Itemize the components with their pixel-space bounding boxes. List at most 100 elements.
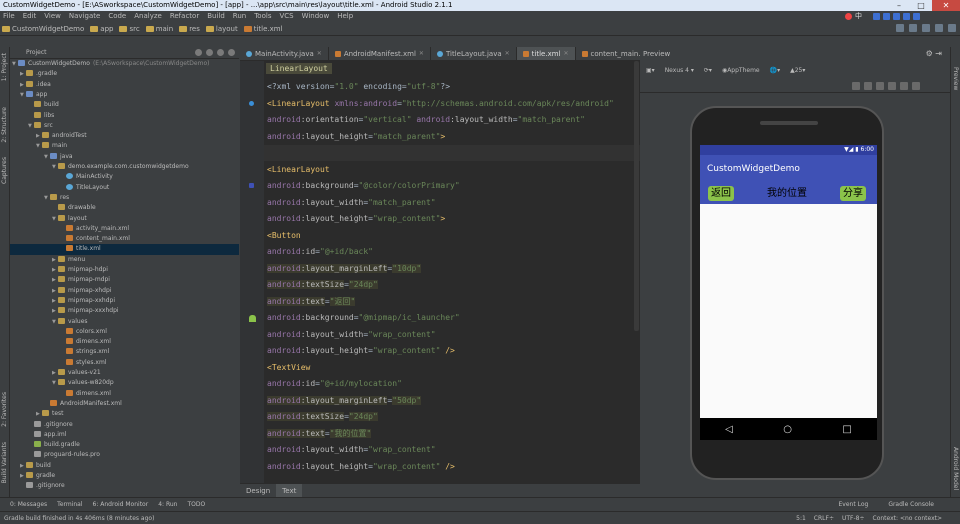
tool-window-right-1[interactable]: Gradle Console [888, 498, 934, 512]
theme-selector[interactable]: ◉AppTheme [722, 67, 760, 74]
tree-item[interactable]: libs [10, 111, 239, 121]
sdk-manager-icon[interactable] [896, 24, 904, 32]
file-encoding[interactable]: UTF-8÷ [842, 512, 865, 524]
settings-gear-icon[interactable] [217, 49, 224, 56]
build-variants-tool-tab[interactable]: Build Variants [1, 442, 8, 483]
breadcrumb-item[interactable]: app [90, 25, 113, 33]
editor-tab[interactable]: title.xml ✕ [516, 47, 576, 60]
tree-item[interactable]: ▶ gradle [10, 471, 239, 481]
tree-item[interactable]: colors.xml [10, 327, 239, 337]
menu-build[interactable]: Build [207, 11, 225, 22]
tree-item[interactable]: ▶ .gradle [10, 69, 239, 79]
tool-window-2[interactable]: 6: Android Monitor [93, 498, 149, 511]
tree-item[interactable]: drawable [10, 203, 239, 213]
tree-item[interactable]: title.xml [10, 244, 239, 255]
menu-refactor[interactable]: Refactor [170, 11, 199, 22]
breadcrumb-item[interactable]: layout [205, 25, 238, 33]
zoom-fit-icon[interactable] [852, 82, 860, 90]
minimize-button[interactable]: – [888, 0, 910, 11]
zoom-in-icon[interactable] [876, 82, 884, 90]
breadcrumb-item[interactable]: src [119, 25, 140, 33]
sync-icon[interactable] [195, 49, 202, 56]
tree-item[interactable]: ▼ res [10, 193, 239, 203]
close-tab-icon[interactable]: ✕ [419, 47, 424, 61]
tree-item[interactable]: ▶ test [10, 409, 239, 419]
tree-item[interactable]: ▶ mipmap-mdpi [10, 275, 239, 285]
tree-item[interactable]: ▶ menu [10, 255, 239, 265]
breadcrumb-item[interactable]: title.xml [243, 25, 283, 33]
tree-item[interactable]: .gitignore [10, 481, 239, 491]
android-model-tool-tab[interactable]: Android Model [952, 447, 959, 490]
tree-item[interactable]: ▼ main [10, 141, 239, 151]
refresh-icon[interactable] [900, 82, 908, 90]
project-view-selector[interactable]: Project [26, 49, 47, 56]
preview-settings-icon[interactable]: ⚙ ⇥ [926, 47, 942, 61]
zoom-out-icon[interactable] [888, 82, 896, 90]
share-button[interactable]: 分享 [840, 186, 866, 201]
tool-window-0[interactable]: 0: Messages [10, 498, 47, 511]
menu-view[interactable]: View [44, 11, 61, 22]
tree-item[interactable]: dimens.xml [10, 389, 239, 399]
back-button[interactable]: 返回 [708, 186, 734, 201]
nav-home-icon[interactable]: ○ [783, 424, 792, 435]
tree-item[interactable]: build [10, 100, 239, 110]
tree-item[interactable]: content_main.xml [10, 234, 239, 244]
tree-item[interactable]: ▶ mipmap-xhdpi [10, 286, 239, 296]
structure-tool-tab[interactable]: 2: Structure [1, 107, 8, 143]
gutter-color-swatch-icon[interactable] [249, 183, 254, 188]
code-editor[interactable]: LinearLayout <?xml version="1.0" encodin… [264, 61, 640, 483]
tree-item[interactable]: build.gradle [10, 440, 239, 450]
design-tab[interactable]: Design [240, 484, 276, 497]
tree-item[interactable]: AndroidManifest.xml [10, 399, 239, 409]
close-button[interactable]: ✕ [932, 0, 960, 11]
nav-recent-icon[interactable]: □ [842, 424, 851, 435]
tree-item[interactable]: ▼ layout [10, 214, 239, 224]
menu-run[interactable]: Run [233, 11, 246, 22]
ime-tools-icon[interactable] [913, 13, 920, 20]
tree-item[interactable]: ▼ src [10, 121, 239, 131]
menu-edit[interactable]: Edit [23, 11, 37, 22]
tree-item[interactable]: ▼ values-w820dp [10, 378, 239, 388]
tree-item[interactable]: ▶ androidTest [10, 131, 239, 141]
tool-window-3[interactable]: 4: Run [158, 498, 177, 511]
ime-moon-icon[interactable] [873, 13, 880, 20]
tree-item[interactable]: ▼ java [10, 152, 239, 162]
menu-help[interactable]: Help [337, 11, 353, 22]
breadcrumb-item[interactable]: CustomWidgetDemo [2, 25, 84, 33]
breadcrumb-item[interactable]: main [145, 25, 173, 33]
ime-mode[interactable]: 中 [855, 11, 862, 22]
avd-manager-icon[interactable] [909, 24, 917, 32]
warning-icon[interactable] [912, 82, 920, 90]
tree-item[interactable]: ▶ values-v21 [10, 368, 239, 378]
tree-item[interactable]: styles.xml [10, 358, 239, 368]
tree-item[interactable]: ▼ CustomWidgetDemo (E:\ASworkspace\CustomW… [10, 59, 239, 69]
tree-item[interactable]: ▼ values [10, 317, 239, 327]
editor-tab[interactable]: TitleLayout.java ✕ [431, 47, 517, 60]
tool-window-right-0[interactable]: Event Log [839, 498, 869, 512]
ime-skin-icon[interactable] [903, 13, 910, 20]
gutter-android-icon[interactable] [249, 315, 256, 322]
breadcrumb-item[interactable]: res [179, 25, 200, 33]
tree-item[interactable]: TitleLayout [10, 183, 239, 193]
line-separator[interactable]: CRLF÷ [814, 512, 834, 524]
locale-icon[interactable]: 🌐▾ [770, 67, 780, 74]
editor-scrollbar[interactable] [634, 61, 639, 331]
tool-window-4[interactable]: TODO [187, 498, 205, 511]
tree-item[interactable]: ▼ app [10, 90, 239, 100]
context-indicator[interactable]: Context: <no context> [873, 512, 942, 524]
tree-item[interactable]: ▶ .idea [10, 80, 239, 90]
tree-item[interactable]: activity_main.xml [10, 224, 239, 234]
tree-item[interactable]: strings.xml [10, 347, 239, 357]
hide-panel-icon[interactable] [228, 49, 235, 56]
sogou-icon[interactable] [845, 13, 852, 20]
api-selector[interactable]: ▲25▾ [790, 67, 805, 74]
render-options-icon[interactable]: ▣▾ [646, 67, 655, 74]
search-icon[interactable] [948, 24, 956, 32]
device-selector[interactable]: Nexus 4 ▾ [665, 67, 694, 74]
favorites-tool-tab[interactable]: 2: Favorites [1, 392, 8, 427]
tree-item[interactable]: ▼ demo.example.com.customwidgetdemo [10, 162, 239, 172]
tree-item[interactable]: app.iml [10, 430, 239, 440]
menu-window[interactable]: Window [302, 11, 330, 22]
collapse-all-icon[interactable] [206, 49, 213, 56]
caret-position[interactable]: 5:1 [796, 512, 806, 524]
